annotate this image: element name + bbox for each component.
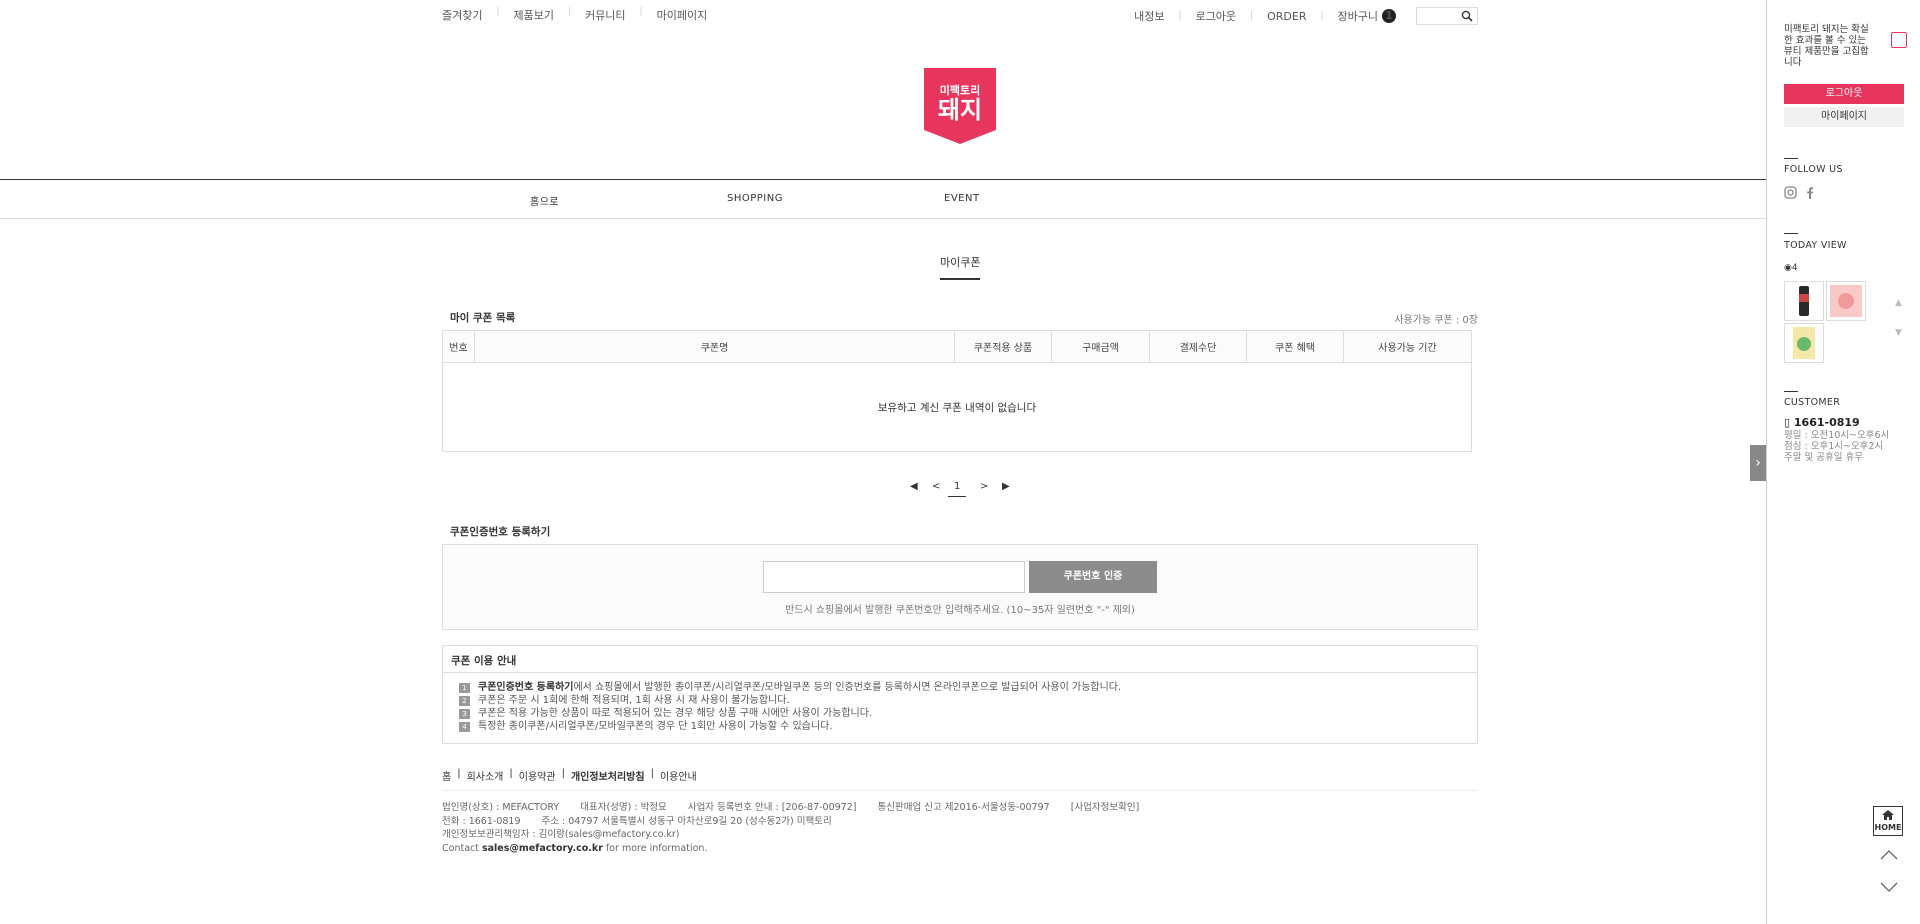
phone-icon: ▯ bbox=[1784, 416, 1794, 429]
available-coupon-count: 사용가능 쿠폰 : 0장 bbox=[1394, 315, 1478, 326]
page-title: 마이쿠폰 bbox=[940, 256, 981, 269]
coupon-code-input[interactable] bbox=[763, 561, 1025, 593]
today-view-heading: TODAY VIEW bbox=[1784, 240, 1847, 251]
recent-product-thumb[interactable] bbox=[1784, 281, 1824, 321]
chevron-up-icon[interactable]: ▲ bbox=[1895, 298, 1902, 308]
side-panel: 미팩토리 돼지는 확실한 효과를 볼 수 있는 뷰티 제품만을 고집합니다 로그… bbox=[1766, 0, 1920, 924]
customer-heading: CUSTOMER bbox=[1784, 397, 1841, 408]
list-item: 4 특정한 종이쿠폰/시리얼쿠폰/모바일쿠폰의 경우 단 1회만 사용이 가능할 … bbox=[459, 720, 1477, 733]
pagination: ◀ < 1 > ▶ bbox=[910, 481, 1010, 501]
nav-shopping[interactable]: SHOPPING bbox=[727, 193, 783, 204]
next-page-icon[interactable]: > bbox=[980, 481, 988, 492]
last-page-icon[interactable]: ▶ bbox=[1002, 481, 1010, 492]
col-payment-method: 결제수단 bbox=[1149, 330, 1247, 363]
footer-about-link[interactable]: 회사소개 bbox=[467, 768, 504, 783]
scroll-top-icon[interactable] bbox=[1880, 846, 1898, 864]
footer-home-link[interactable]: 홈 bbox=[442, 768, 451, 783]
side-mypage-button[interactable]: 마이페이지 bbox=[1784, 107, 1904, 127]
follow-us-heading: FOLLOW US bbox=[1784, 164, 1843, 175]
prev-page-icon[interactable]: < bbox=[932, 481, 940, 492]
home-icon bbox=[1882, 810, 1894, 820]
first-page-icon[interactable]: ◀ bbox=[910, 481, 918, 492]
util-mypage-link[interactable]: 마이페이지 bbox=[657, 7, 708, 23]
coupon-table-header: 번호 쿠폰명 쿠폰적용 상품 구매금액 결제수단 쿠폰 혜택 사용가능 기간 bbox=[442, 330, 1472, 363]
footer-contact: Contact sales@mefactory.co.kr for more i… bbox=[442, 842, 708, 854]
coupon-list-heading: 마이 쿠폰 목록 bbox=[450, 312, 516, 324]
calendar-icon[interactable] bbox=[1891, 32, 1907, 48]
coupon-auth-note: 반드시 쇼핑몰에서 발행한 쿠폰번호만 입력해주세요. (10~35자 일련번호… bbox=[785, 605, 1135, 616]
search-icon[interactable] bbox=[1461, 10, 1473, 22]
nav-event[interactable]: EVENT bbox=[944, 193, 980, 204]
col-purchase-amount: 구매금액 bbox=[1051, 330, 1150, 363]
col-valid-period: 사용가능 기간 bbox=[1343, 330, 1472, 363]
list-item: 3 쿠폰은 적용 가능한 상품이 따로 적용되어 있는 경우 해당 상품 구매 시… bbox=[459, 707, 1477, 720]
nav-home[interactable]: 홈으로 bbox=[530, 193, 559, 208]
instagram-icon[interactable] bbox=[1784, 186, 1797, 199]
col-coupon-name: 쿠폰명 bbox=[474, 330, 955, 363]
view-count: ◉4 bbox=[1784, 263, 1798, 273]
business-info-link[interactable]: [사업자정보확인] bbox=[1071, 802, 1140, 813]
logo-line2: 돼지 bbox=[938, 96, 982, 124]
eye-icon: ◉ bbox=[1784, 263, 1792, 273]
footer-privacy-link[interactable]: 개인정보처리방침 bbox=[571, 768, 645, 783]
divider bbox=[1784, 233, 1798, 234]
coupon-auth-box: 쿠폰번호 인증 반드시 쇼핑몰에서 발행한 쿠폰번호만 입력해주세요. (10~… bbox=[442, 544, 1478, 630]
col-coupon-benefit: 쿠폰 혜택 bbox=[1246, 330, 1344, 363]
divider bbox=[1784, 391, 1798, 392]
recent-product-thumb[interactable] bbox=[1826, 281, 1866, 321]
footer-company-info: 법인명(상호) : MEFACTORY 대표자(성명) : 박정묘 사업자 등록… bbox=[442, 802, 1140, 854]
coupon-empty-message: 보유하고 계신 쿠폰 내역이 없습니다 bbox=[877, 401, 1037, 414]
facebook-icon[interactable] bbox=[1805, 186, 1814, 199]
list-item: 2 쿠폰은 주문 시 1회에 한해 적용되며, 1회 사용 시 재 사용이 불가능… bbox=[459, 694, 1477, 707]
coupon-table: 번호 쿠폰명 쿠폰적용 상품 구매금액 결제수단 쿠폰 혜택 사용가능 기간 보… bbox=[442, 330, 1472, 452]
main-navigation: 홈으로 SHOPPING EVENT bbox=[0, 179, 1766, 219]
cart-count-badge: 1 bbox=[1382, 9, 1396, 23]
util-products-link[interactable]: 제품보기 bbox=[514, 7, 554, 23]
util-logout-link[interactable]: 로그아웃 bbox=[1196, 8, 1236, 24]
customer-phone: ▯ 1661-0819 bbox=[1784, 416, 1860, 429]
coupon-verify-button[interactable]: 쿠폰번호 인증 bbox=[1029, 561, 1157, 593]
page-number-current[interactable]: 1 bbox=[948, 481, 967, 497]
customer-hours: 평일 : 오전10시~오후6시 점심 : 오후1시~오후2시 주말 및 공휴일 … bbox=[1784, 430, 1890, 463]
page-title-underline bbox=[940, 278, 980, 280]
chevron-down-icon[interactable]: ▼ bbox=[1895, 328, 1902, 338]
footer-links: 홈 | 회사소개 | 이용약관 | 개인정보처리방침 | 이용안내 bbox=[442, 768, 697, 783]
search-input[interactable] bbox=[1416, 7, 1478, 25]
coupon-guide-title: 쿠폰 이용 안내 bbox=[443, 646, 1477, 673]
side-panel-toggle[interactable]: › bbox=[1750, 445, 1766, 481]
side-intro-text: 미팩토리 돼지는 확실한 효과를 볼 수 있는 뷰티 제품만을 고집합니다 bbox=[1784, 24, 1869, 68]
util-right-menu: 내정보 | 로그아웃 | ORDER | 장바구니 1 bbox=[1134, 7, 1478, 25]
util-myinfo-link[interactable]: 내정보 bbox=[1134, 8, 1164, 24]
util-order-link[interactable]: ORDER bbox=[1267, 10, 1306, 23]
footer-guide-link[interactable]: 이용안내 bbox=[660, 768, 697, 783]
site-logo[interactable]: 미팩토리 돼지 bbox=[924, 68, 996, 144]
logo-line1: 미팩토리 bbox=[940, 83, 980, 97]
coupon-guide-box: 쿠폰 이용 안내 1 쿠폰인증번호 등록하기 에서 쇼핑몰에서 발행한 종이쿠폰/시… bbox=[442, 645, 1478, 744]
home-button[interactable]: HOME bbox=[1873, 806, 1903, 836]
utility-bar: 즐겨찾기 | 제품보기 | 커뮤니티 | 마이페이지 내정보 | 로그아웃 | ORDER… bbox=[442, 7, 1478, 27]
recent-product-thumb[interactable] bbox=[1784, 323, 1824, 363]
coupon-auth-heading: 쿠폰인증번호 등록하기 bbox=[450, 526, 551, 538]
divider bbox=[1784, 158, 1798, 159]
col-applicable-product: 쿠폰적용 상품 bbox=[954, 330, 1052, 363]
scroll-bottom-icon[interactable] bbox=[1880, 878, 1898, 896]
list-item: 1 쿠폰인증번호 등록하기 에서 쇼핑몰에서 발행한 종이쿠폰/시리얼쿠폰/모바일쿠… bbox=[459, 681, 1477, 694]
footer-terms-link[interactable]: 이용약관 bbox=[519, 768, 556, 783]
util-left-menu: 즐겨찾기 | 제품보기 | 커뮤니티 | 마이페이지 bbox=[442, 7, 708, 23]
side-logout-button[interactable]: 로그아웃 bbox=[1784, 84, 1904, 104]
util-cart-link[interactable]: 장바구니 bbox=[1338, 8, 1378, 24]
util-community-link[interactable]: 커뮤니티 bbox=[585, 7, 625, 23]
footer-divider bbox=[442, 790, 1478, 791]
util-bookmark-link[interactable]: 즐겨찾기 bbox=[442, 7, 482, 23]
col-number: 번호 bbox=[442, 330, 475, 363]
coupon-guide-list: 1 쿠폰인증번호 등록하기 에서 쇼핑몰에서 발행한 종이쿠폰/시리얼쿠폰/모바일쿠… bbox=[443, 673, 1477, 733]
